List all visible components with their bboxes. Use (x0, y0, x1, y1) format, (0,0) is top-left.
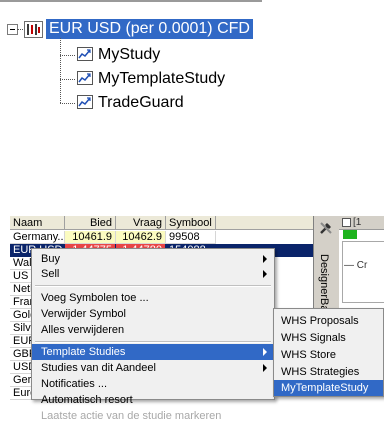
tree-child-mystudy[interactable]: MyStudy (98, 46, 160, 64)
cell-naam: Germany... (10, 231, 65, 244)
cell-vraag: 10462.9 (116, 231, 166, 244)
menu-item-automatisch-resort[interactable]: Automatisch resort (32, 392, 274, 408)
menu-item-label: Studies van dit Aandeel (41, 362, 156, 374)
tree-child-tradeguard[interactable]: TradeGuard (98, 94, 184, 112)
green-status-bar (343, 230, 357, 239)
menu-separator (35, 285, 271, 287)
column-header-empty (216, 216, 313, 230)
menu-item-studies-van-dit-aandeel[interactable]: Studies van dit Aandeel (32, 360, 274, 376)
tree-connector (60, 79, 75, 80)
menu-separator (35, 341, 271, 343)
column-header-naam[interactable]: Naam (10, 216, 65, 230)
menu-item-label: Buy (41, 253, 60, 265)
tree-connector (17, 29, 23, 30)
submenu-item-label: MyTemplateStudy (281, 382, 369, 394)
symbol-group-icon (24, 21, 43, 38)
menu-item-label: Sell (41, 268, 60, 280)
study-icon (77, 71, 93, 85)
minus-icon[interactable] (342, 218, 351, 227)
tree-connector (60, 103, 75, 104)
context-menu: Buy Sell Voeg Symbolen toe ... Verwijder… (31, 248, 275, 422)
panel-top-border (0, 0, 262, 2)
submenu-item-mytemplatestudy[interactable]: MyTemplateStudy (274, 380, 383, 396)
tree-root-text: EUR USD (per 0.0001) CFD (49, 20, 250, 37)
tree-child-mytemplatestudy[interactable]: MyTemplateStudy (98, 70, 225, 88)
submenu-arrow-icon (263, 348, 267, 356)
menu-item-label: Laatste actie van de studie markeren (41, 410, 222, 422)
menu-item-buy[interactable]: Buy (32, 251, 274, 267)
menu-item-verwijder-symbol[interactable]: Verwijder Symbol (32, 306, 274, 322)
study-tree-panel: EUR USD (per 0.0001) CFD MyStudy MyTempl… (0, 0, 384, 134)
submenu-arrow-icon (263, 255, 267, 263)
submenu-item-label: WHS Strategies (281, 366, 360, 378)
chart-series-label: — Cr (344, 260, 368, 271)
chart-panel-title: [1 (353, 217, 362, 228)
menu-item-label: Verwijder Symbol (41, 308, 126, 320)
table-row[interactable]: Germany... 10461.9 10462.9 99508 (10, 231, 313, 244)
submenu-item-whs-strategies[interactable]: WHS Strategies (274, 364, 383, 380)
menu-item-label: Notificaties ... (41, 378, 108, 390)
quote-window: Naam Bied Vraag Symbool Germany... 10461… (0, 216, 384, 422)
submenu-item-whs-proposals[interactable]: WHS Proposals (274, 313, 383, 329)
menu-item-alles-verwijderen[interactable]: Alles verwijderen (32, 322, 274, 338)
column-header-bied[interactable]: Bied (65, 216, 116, 230)
menu-item-notificaties[interactable]: Notificaties ... (32, 376, 274, 392)
template-studies-submenu: WHS Proposals WHS Signals WHS Store WHS … (273, 308, 384, 397)
menu-item-voeg-symbolen-toe[interactable]: Voeg Symbolen toe ... (32, 290, 274, 306)
cell-symbool: 99508 (166, 231, 216, 244)
tree-connector (60, 38, 61, 103)
submenu-arrow-icon (263, 364, 267, 372)
cell-bied: 10461.9 (65, 231, 116, 244)
submenu-item-label: WHS Signals (281, 332, 346, 344)
designer-bar-label: DesignerBar (318, 254, 330, 316)
submenu-item-whs-signals[interactable]: WHS Signals (274, 330, 383, 346)
submenu-arrow-icon (263, 270, 267, 278)
menu-item-sell[interactable]: Sell (32, 266, 274, 282)
submenu-item-whs-store[interactable]: WHS Store (274, 347, 383, 363)
submenu-item-label: WHS Store (281, 349, 337, 361)
menu-item-label: Template Studies (41, 346, 126, 358)
menu-item-label: Automatisch resort (41, 394, 133, 406)
column-header-vraag[interactable]: Vraag (116, 216, 166, 230)
tools-icon (320, 222, 332, 234)
submenu-item-label: WHS Proposals (281, 315, 359, 327)
tree-connector (60, 55, 75, 56)
tree-root-label[interactable]: EUR USD (per 0.0001) CFD (46, 19, 253, 39)
study-icon (77, 95, 93, 109)
study-icon (77, 47, 93, 61)
chart-panel-header: [1 (339, 216, 384, 230)
column-header-symbool[interactable]: Symbool (166, 216, 216, 230)
menu-item-laatste-actie: Laatste actie van de studie markeren (32, 408, 274, 424)
menu-item-label: Voeg Symbolen toe ... (41, 292, 149, 304)
menu-item-label: Alles verwijderen (41, 324, 125, 336)
chart-box: — Cr (342, 241, 384, 303)
menu-item-template-studies[interactable]: Template Studies (32, 344, 274, 360)
